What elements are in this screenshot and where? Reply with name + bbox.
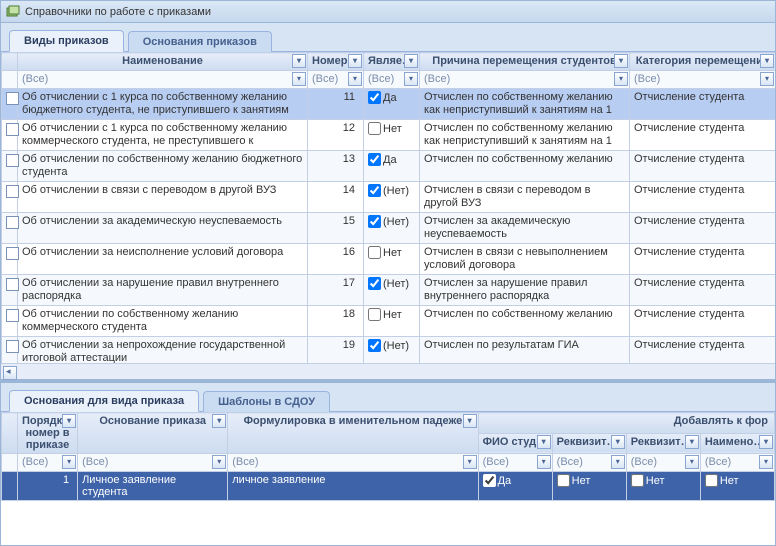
bool-checkbox[interactable] [368, 246, 381, 259]
row-checkbox[interactable] [6, 247, 19, 260]
row-checkbox[interactable] [6, 185, 19, 198]
bcol-spanner: Добавлять к фор [478, 413, 774, 434]
table-row[interactable]: Об отчислении за неисполнение условий до… [2, 244, 776, 275]
table-row[interactable]: Об отчислении за непрохождение государст… [2, 337, 776, 364]
col-category[interactable]: Категория перемещения [630, 53, 776, 71]
bottom-tabstrip: Основания для вида приказа Шаблоны в СДО… [1, 383, 775, 412]
bcol-name[interactable]: Наименова... [700, 433, 774, 454]
bottom-data-row[interactable]: 1 Личное заявление студента личное заявл… [2, 472, 775, 501]
row-checkbox[interactable] [6, 309, 19, 322]
filter-cell[interactable]: (Все) [364, 71, 420, 89]
filter-cell[interactable]: (Все) [626, 454, 700, 472]
filter-cell[interactable]: (Все) [700, 454, 774, 472]
table-row[interactable]: Об отчислении с 1 курса по собственному … [2, 89, 776, 120]
col-selector[interactable] [2, 53, 18, 71]
table-row[interactable]: Об отчислении за нарушение правил внутре… [2, 275, 776, 306]
filter-cell[interactable]: (Все) [18, 454, 78, 472]
filter-cell[interactable]: (Все) [552, 454, 626, 472]
bcol-rek2[interactable]: Реквизиты ... [626, 433, 700, 454]
bcol-form[interactable]: Формулировка в именительном падеже [228, 413, 478, 454]
filter-cell[interactable]: (Все) [78, 454, 228, 472]
bottom-grid[interactable]: Порядковый номер в приказе Основание при… [1, 412, 775, 545]
tab-bases[interactable]: Основания для вида приказа [9, 390, 199, 412]
table-row[interactable]: Об отчислении с 1 курса по собственному … [2, 120, 776, 151]
filter-cell[interactable]: (Все) [420, 71, 630, 89]
bcol-num[interactable]: Порядковый номер в приказе [18, 413, 78, 454]
rek3-checkbox[interactable] [705, 474, 718, 487]
col-is[interactable]: Являетс... [364, 53, 420, 71]
bool-checkbox[interactable] [368, 339, 381, 352]
bcol-base[interactable]: Основание приказа [78, 413, 228, 454]
bool-checkbox[interactable] [368, 277, 381, 290]
bcol-fio[interactable]: ФИО студен... [478, 433, 552, 454]
bool-checkbox[interactable] [368, 308, 381, 321]
col-name[interactable]: Наименование [18, 53, 308, 71]
top-tabstrip: Виды приказов Основания приказов [1, 23, 775, 52]
bool-checkbox[interactable] [368, 184, 381, 197]
titlebar[interactable]: Справочники по работе с приказами [1, 1, 775, 23]
table-row[interactable]: Об отчислении по собственному желанию ко… [2, 306, 776, 337]
tab-templates[interactable]: Шаблоны в СДОУ [203, 391, 330, 412]
row-checkbox[interactable] [6, 216, 19, 229]
app-icon [5, 4, 21, 20]
table-row[interactable]: Об отчислении по собственному желанию бю… [2, 151, 776, 182]
dialog-window: Справочники по работе с приказами Виды п… [0, 0, 776, 546]
rek1-checkbox[interactable] [557, 474, 570, 487]
table-row[interactable]: Об отчислении за академическую неуспевае… [2, 213, 776, 244]
window-title: Справочники по работе с приказами [25, 6, 211, 18]
bool-checkbox[interactable] [368, 91, 381, 104]
row-checkbox[interactable] [6, 92, 19, 105]
top-grid[interactable]: Наименование Номер у... Являетс... Причи… [1, 52, 775, 363]
filter-cell[interactable]: (Все) [630, 71, 776, 89]
horizontal-scrollbar[interactable] [1, 363, 775, 379]
rek2-checkbox[interactable] [631, 474, 644, 487]
bcol-rek1[interactable]: Реквизиты ... [552, 433, 626, 454]
row-checkbox[interactable] [6, 340, 19, 353]
bool-checkbox[interactable] [368, 122, 381, 135]
row-checkbox[interactable] [6, 123, 19, 136]
bool-checkbox[interactable] [368, 215, 381, 228]
col-number[interactable]: Номер у... [308, 53, 364, 71]
fio-checkbox[interactable] [483, 474, 496, 487]
tab-order-types[interactable]: Виды приказов [9, 30, 124, 52]
row-checkbox[interactable] [6, 278, 19, 291]
bool-checkbox[interactable] [368, 153, 381, 166]
col-reason[interactable]: Причина перемещения студентов [420, 53, 630, 71]
filter-cell[interactable]: (Все) [18, 71, 308, 89]
filter-cell[interactable]: (Все) [228, 454, 478, 472]
filter-cell[interactable]: (Все) [308, 71, 364, 89]
table-row[interactable]: Об отчислении в связи с переводом в друг… [2, 182, 776, 213]
row-checkbox[interactable] [6, 154, 19, 167]
tab-order-reasons[interactable]: Основания приказов [128, 31, 272, 52]
filter-cell[interactable]: (Все) [478, 454, 552, 472]
